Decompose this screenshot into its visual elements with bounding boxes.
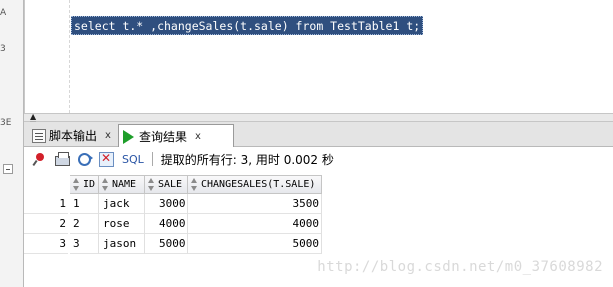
- column-header-sale[interactable]: SALE: [145, 175, 188, 194]
- cell-id[interactable]: 3: [70, 234, 99, 254]
- panel-splitter[interactable]: ▲▼: [24, 113, 613, 129]
- cell-name[interactable]: rose: [99, 214, 145, 234]
- cancel-query-icon[interactable]: [99, 151, 114, 167]
- column-header-id[interactable]: ID: [70, 175, 99, 194]
- sort-icon[interactable]: [191, 178, 198, 191]
- editor-margin-line: [69, 0, 70, 113]
- row-number: 3: [24, 234, 68, 254]
- sort-icon[interactable]: [73, 178, 80, 191]
- cell-id[interactable]: 2: [70, 214, 99, 234]
- cell-sale[interactable]: 3000: [145, 194, 188, 214]
- tab-query-result[interactable]: 查询结果 x: [118, 124, 234, 148]
- watermark: http://blog.csdn.net/m0_37608982: [317, 259, 603, 275]
- cell-sale[interactable]: 5000: [145, 234, 188, 254]
- sort-icon[interactable]: [102, 178, 109, 191]
- tab-script-output[interactable]: 脚本输出 x: [28, 124, 118, 147]
- row-number: 1: [24, 194, 68, 214]
- selected-sql-statement[interactable]: select t.* ,changeSales(t.sale) from Tes…: [71, 16, 424, 35]
- left-panel-fragment: 3: [0, 44, 6, 54]
- column-header-name[interactable]: NAME: [99, 175, 145, 194]
- script-output-icon: [32, 128, 46, 143]
- tab-label: 脚本输出: [49, 129, 98, 143]
- tab-label: 查询结果: [139, 130, 188, 144]
- sql-button[interactable]: SQL: [122, 153, 144, 166]
- print-icon[interactable]: [55, 151, 70, 166]
- results-toolbar: SQL 提取的所有行: 3, 用时 0.002 秒: [24, 147, 613, 171]
- column-header-changesales[interactable]: CHANGESALES(T.SALE): [188, 175, 322, 194]
- table-row[interactable]: 1 1 jack 3000 3500: [24, 194, 322, 214]
- fetch-status-text: 提取的所有行: 3, 用时 0.002 秒: [160, 152, 334, 167]
- cell-changesales[interactable]: 4000: [188, 214, 322, 234]
- sql-editor[interactable]: select t.* ,changeSales(t.sale) from Tes…: [24, 0, 613, 113]
- table-row[interactable]: 3 3 jason 5000 5000: [24, 234, 322, 254]
- sort-icon[interactable]: [148, 178, 155, 191]
- left-panel-fragment: A: [0, 8, 7, 18]
- row-number: 2: [24, 214, 68, 234]
- cell-changesales[interactable]: 3500: [188, 194, 322, 214]
- left-panel-fragment: 3E: [0, 118, 12, 128]
- refresh-icon[interactable]: [78, 152, 93, 166]
- cell-name[interactable]: jason: [99, 234, 145, 254]
- cell-id[interactable]: 1: [70, 194, 99, 214]
- run-query-icon: [123, 129, 134, 144]
- results-tab-bar: 脚本输出 x 查询结果 x: [24, 122, 613, 148]
- collapse-icon[interactable]: [3, 164, 13, 174]
- toolbar-separator: [151, 152, 153, 166]
- table-row[interactable]: 2 2 rose 4000 4000: [24, 214, 322, 234]
- left-panel-strip: A 3 3E: [0, 0, 24, 287]
- cell-name[interactable]: jack: [99, 194, 145, 214]
- cell-sale[interactable]: 4000: [145, 214, 188, 234]
- close-icon[interactable]: x: [195, 131, 201, 142]
- close-icon[interactable]: x: [105, 130, 111, 141]
- cell-changesales[interactable]: 5000: [188, 234, 322, 254]
- pin-icon[interactable]: [32, 152, 47, 167]
